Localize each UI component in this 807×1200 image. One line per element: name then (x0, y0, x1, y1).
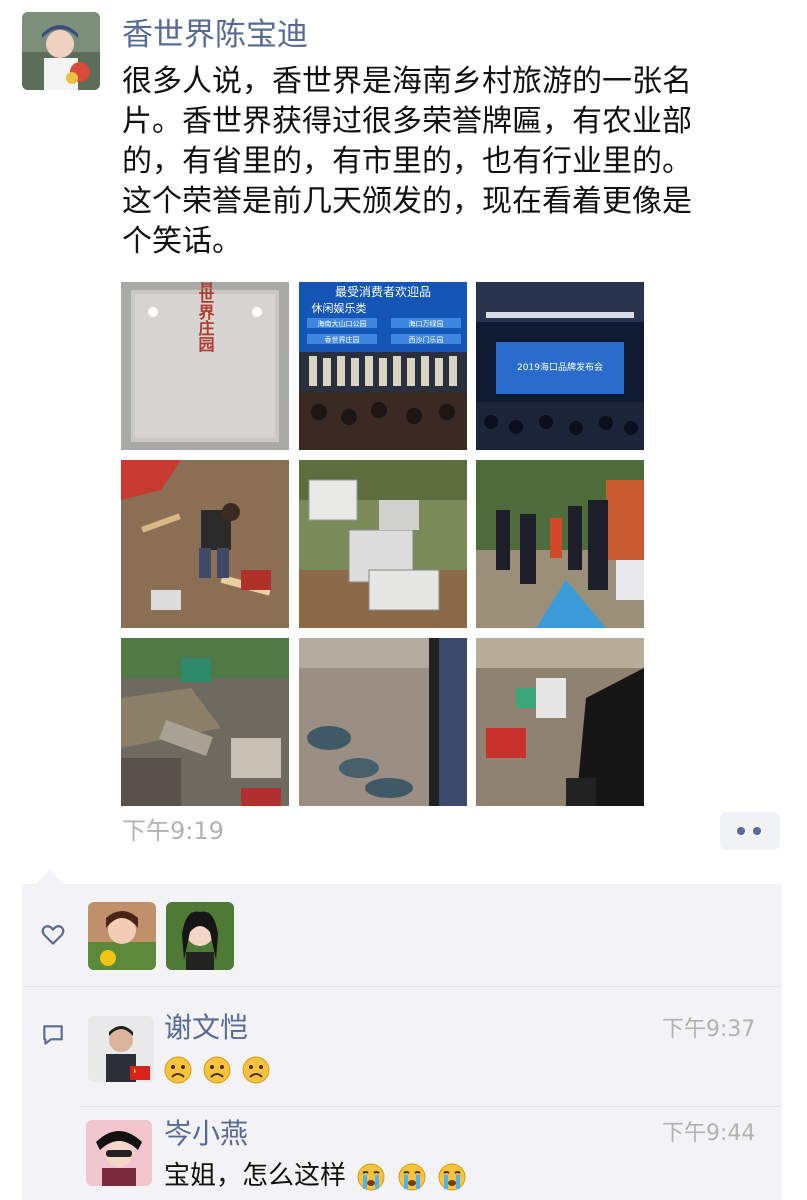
commenter-avatar[interactable] (86, 1120, 152, 1186)
photo-9-woman-debris[interactable] (476, 638, 644, 806)
photo-banner-item: 海口万绿园 (409, 319, 444, 328)
photo-4-debris-worker[interactable] (121, 460, 289, 628)
photo-1-sign[interactable]: 香世界庄园 (121, 282, 289, 450)
photo-3-conference[interactable]: 2019海口品牌发布会 (476, 282, 644, 450)
heart-outline-icon (40, 922, 66, 948)
photo-banner-line1: 最受消费者欢迎品 (335, 284, 431, 299)
post-text-line: 很多人说，香世界是海南乡村旅游的一张名 (122, 64, 692, 99)
panel-arrow (36, 870, 64, 884)
photo-5-ac-units[interactable] (299, 460, 467, 628)
post-text-line: 个笑话。 (122, 224, 242, 259)
panel-divider (22, 986, 782, 987)
author-avatar[interactable] (22, 12, 100, 90)
photo-banner-item: 香世界庄园 (325, 335, 360, 344)
more-dots-icon (737, 827, 745, 835)
comment-time: 下午9:37 (662, 1017, 756, 1042)
photo-banner-line2: 休闲娱乐类 (312, 301, 367, 315)
sad-face-icon (203, 1056, 231, 1084)
comment-time: 下午9:44 (662, 1121, 756, 1146)
comment-bubble-icon (40, 1022, 66, 1048)
post-text-line: 的，有省里的，有市里的，也有行业里的。 (122, 144, 692, 179)
like-avatar[interactable] (166, 902, 234, 970)
post-time: 下午9:19 (122, 817, 224, 845)
comment-emojis (164, 1056, 276, 1084)
photo-banner-item: 海南大山口公园 (318, 319, 367, 328)
commenter-avatar[interactable] (88, 1016, 154, 1082)
photo-sign-text: 香世界庄园 (196, 282, 216, 353)
crying-face-icon (357, 1163, 385, 1190)
commenter-name[interactable]: 岑小燕 (164, 1116, 248, 1152)
sad-face-icon (242, 1056, 270, 1084)
post-text-line: 这个荣誉是前几天颁发的，现在看着更像是 (122, 184, 692, 219)
author-name[interactable]: 香世界陈宝迪 (122, 16, 308, 54)
commenter-name[interactable]: 谢文恺 (164, 1010, 248, 1046)
photo-7-rubble[interactable] (121, 638, 289, 806)
photo-stage-text: 2019海口品牌发布会 (517, 361, 603, 373)
photo-banner-item: 西沙门乐园 (409, 335, 444, 344)
photo-6-officials[interactable] (476, 460, 644, 628)
like-avatar[interactable] (88, 902, 156, 970)
post-text-line: 片。香世界获得过很多荣誉牌匾，有农业部 (122, 104, 692, 139)
comment-body: 宝姐，怎么这样 (164, 1158, 467, 1194)
crying-face-icon (438, 1163, 466, 1190)
more-dots-button[interactable] (720, 812, 780, 850)
photo-8-broken-floor[interactable] (299, 638, 467, 806)
more-dots-icon (753, 827, 761, 835)
comment-divider (80, 1106, 780, 1107)
comment-text: 宝姐，怎么这样 (164, 1161, 347, 1191)
post-text: 很多人说，香世界是海南乡村旅游的一张名 片。香世界获得过很多荣誉牌匾，有农业部 … (122, 62, 782, 262)
crying-face-icon (398, 1163, 426, 1190)
photo-2-award-stage[interactable]: 最受消费者欢迎品 休闲娱乐类 海南大山口公园 海口万绿园 香世界庄园 西沙门乐园 (299, 282, 467, 450)
sad-face-icon (164, 1056, 192, 1084)
